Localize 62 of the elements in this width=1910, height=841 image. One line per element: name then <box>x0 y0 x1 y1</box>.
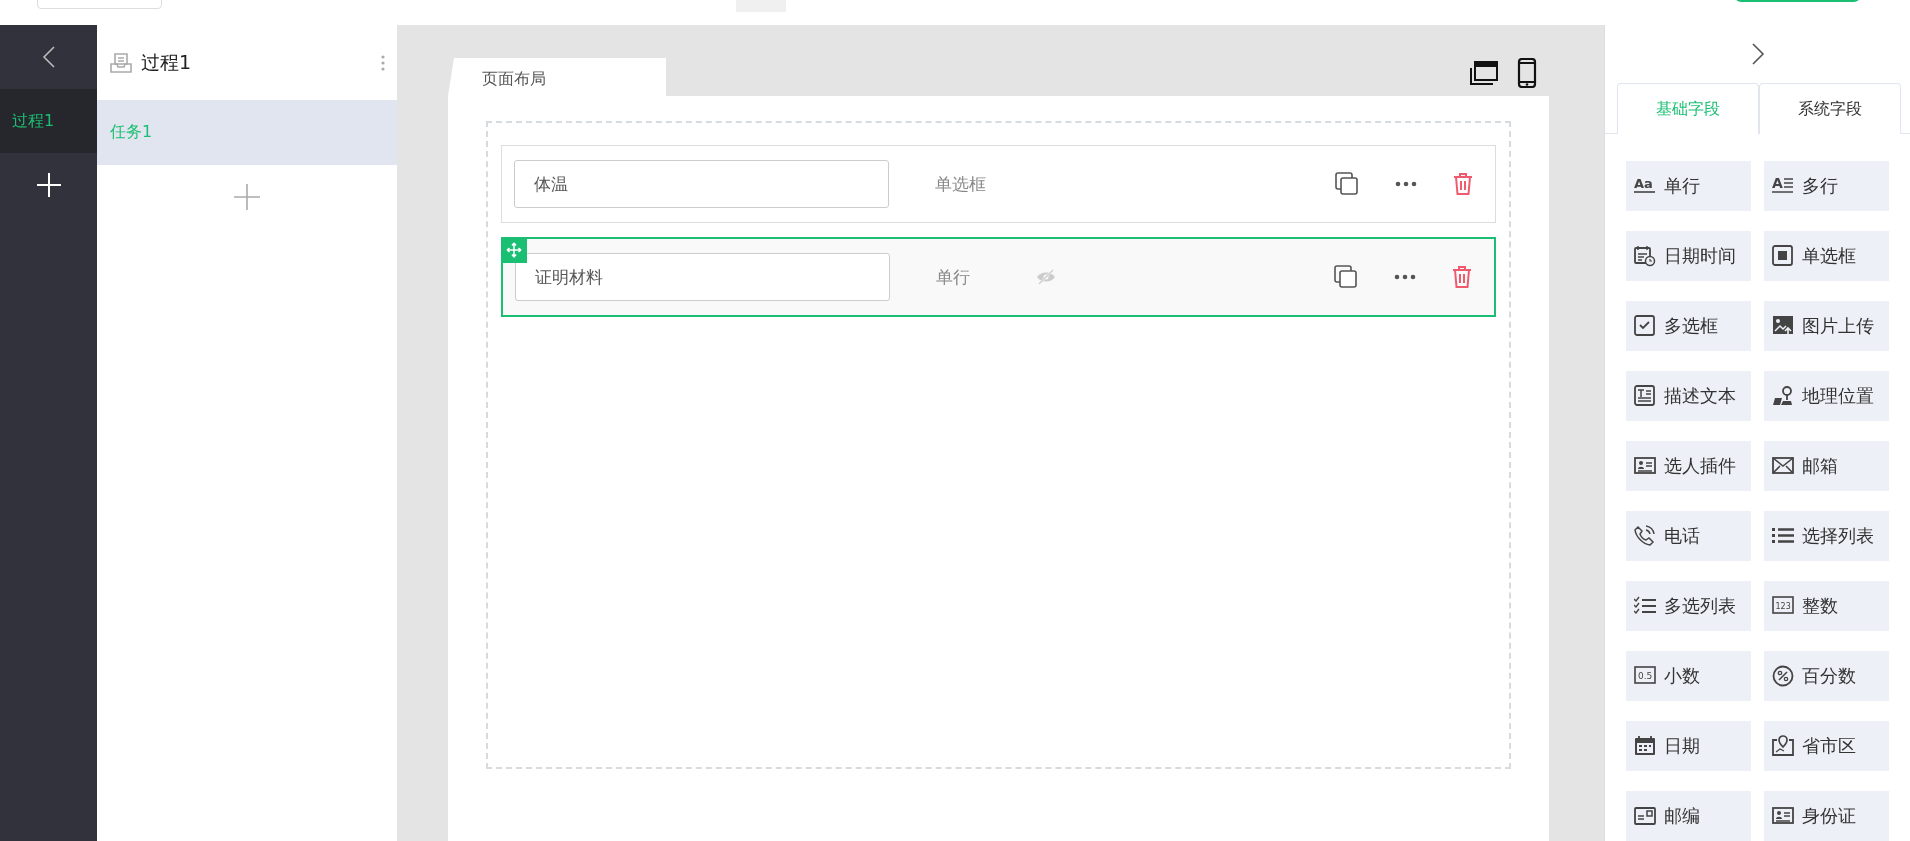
id-card-icon <box>1772 805 1794 827</box>
field-type-label: 单行 <box>936 265 971 289</box>
field-type-button[interactable]: Aa 单行 <box>1626 161 1751 211</box>
page-tab[interactable]: 页面布局 <box>448 58 666 96</box>
phone-icon <box>1634 525 1656 547</box>
more-icon[interactable] <box>1395 181 1417 187</box>
move-icon <box>506 242 522 258</box>
form-field-row[interactable]: 证明材料 单行 <box>501 237 1496 317</box>
field-type-button[interactable]: 地理位置 <box>1764 371 1889 421</box>
field-type-button[interactable]: 图片上传 <box>1764 301 1889 351</box>
field-type-button[interactable]: 123 整数 <box>1764 581 1889 631</box>
field-type-button[interactable]: 单选框 <box>1764 231 1889 281</box>
chevron-left-icon <box>41 46 56 68</box>
image-upload-icon <box>1772 315 1794 337</box>
more-icon[interactable] <box>1394 274 1416 280</box>
delete-icon[interactable] <box>1453 172 1473 196</box>
field-type-label: 单选框 <box>935 172 987 196</box>
calendar-icon <box>1634 735 1656 757</box>
field-type-button[interactable]: 多选框 <box>1626 301 1751 351</box>
copy-icon[interactable] <box>1334 265 1358 289</box>
envelope-icon <box>1772 455 1794 477</box>
postcode-card-icon <box>1634 805 1656 827</box>
document-tray-icon <box>109 50 133 75</box>
checkbox-icon <box>1634 315 1656 337</box>
add-task-button[interactable] <box>234 184 260 210</box>
field-type-button[interactable]: 选人插件 <box>1626 441 1751 491</box>
field-type-button[interactable]: 选择列表 <box>1764 511 1889 561</box>
field-type-button[interactable]: 省市区 <box>1764 721 1889 771</box>
field-type-button[interactable]: 日期 <box>1626 721 1751 771</box>
nav-item[interactable]: 过程1 <box>0 89 97 153</box>
delete-icon[interactable] <box>1452 265 1472 289</box>
calendar-clock-icon <box>1634 245 1656 267</box>
map-pin-icon <box>1772 735 1794 757</box>
checklist-icon <box>1634 595 1656 617</box>
field-type-button[interactable]: 身份证 <box>1764 791 1889 841</box>
field-type-button[interactable]: 多选列表 <box>1626 581 1751 631</box>
field-name-input[interactable]: 体温 <box>514 160 889 208</box>
chevron-right-icon <box>1750 43 1765 65</box>
field-type-button[interactable]: 电话 <box>1626 511 1751 561</box>
map-pin-icon <box>1772 385 1794 407</box>
contact-card-icon <box>1634 455 1656 477</box>
radio-square-icon <box>1772 245 1794 267</box>
field-type-button[interactable]: 邮箱 <box>1764 441 1889 491</box>
field-type-button[interactable]: 日期时间 <box>1626 231 1751 281</box>
plus-icon <box>36 173 61 197</box>
percent-circle-icon <box>1772 665 1794 687</box>
field-type-button[interactable]: A 多行 <box>1764 161 1889 211</box>
field-type-button[interactable]: 描述文本 <box>1626 371 1751 421</box>
form-field-row[interactable]: 体温 单选框 <box>501 145 1496 223</box>
plus-icon <box>234 184 260 210</box>
copy-icon[interactable] <box>1335 172 1359 196</box>
field-type-button[interactable]: 邮编 <box>1626 791 1751 841</box>
text-document-icon <box>1634 385 1656 407</box>
process-title: 过程1 <box>141 49 193 75</box>
mobile-view-icon[interactable] <box>1517 58 1537 88</box>
field-name-input[interactable]: 证明材料 <box>515 253 890 301</box>
number-box-icon: 123 <box>1772 595 1794 617</box>
desktop-view-icon[interactable] <box>1469 60 1499 86</box>
field-type-button[interactable]: 百分数 <box>1764 651 1889 701</box>
palette-tab[interactable]: 系统字段 <box>1759 83 1901 134</box>
number-box-icon: 0.5 <box>1634 665 1656 687</box>
field-type-button[interactable]: 0.5 小数 <box>1626 651 1751 701</box>
